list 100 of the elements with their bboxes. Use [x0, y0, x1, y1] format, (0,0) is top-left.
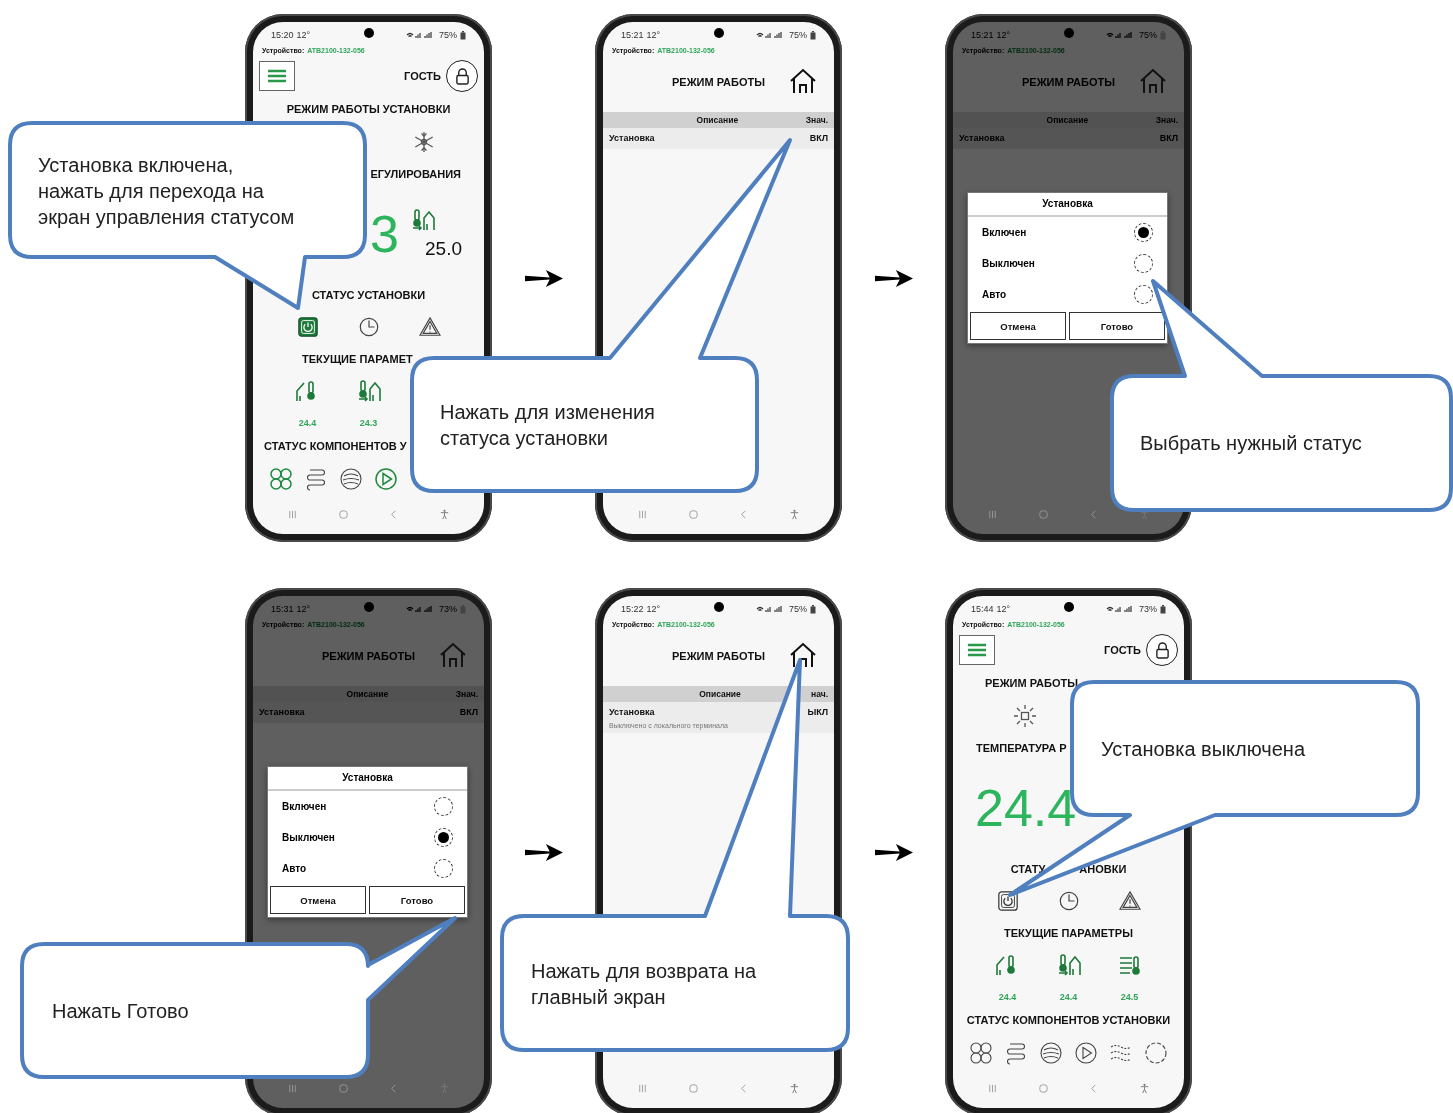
menu-icon: [266, 69, 288, 83]
home-icon: [1139, 67, 1167, 94]
status-temperature: 12°: [296, 604, 311, 614]
recent-apps-icon[interactable]: [986, 508, 998, 520]
temperature-value: 24.4: [975, 782, 1077, 834]
option-label: Включен: [982, 227, 1027, 238]
section-title: ТЕКУЩИЕ ПАРАМЕТ: [302, 353, 413, 365]
dialog-button[interactable]: Готово: [1069, 312, 1165, 340]
column-header: Знач.: [1155, 115, 1178, 125]
status-time: 15:21: [971, 30, 994, 40]
home-icon: [789, 641, 817, 668]
warning-icon[interactable]: [418, 316, 441, 338]
camera-dot: [363, 28, 374, 38]
row-name: Установка: [609, 707, 655, 717]
thermometer-arrow-icon: [356, 379, 381, 403]
accessibility-icon[interactable]: [439, 508, 451, 520]
clock-icon[interactable]: [357, 316, 380, 338]
column-header: нач.: [811, 689, 828, 699]
option-label: Авто: [982, 289, 1007, 300]
exchanger-circle-icon[interactable]: [338, 467, 363, 491]
accessibility-icon[interactable]: [789, 1082, 801, 1094]
clock-icon[interactable]: [1057, 890, 1080, 912]
option-label: Включен: [282, 801, 327, 812]
recent-apps-icon[interactable]: [286, 508, 298, 520]
section-title: РЕЖИМ РАБОТЫ УСТАНОВКИ: [286, 103, 451, 115]
dashed-circle-icon[interactable]: [1144, 1041, 1169, 1065]
menu-icon: [966, 643, 988, 657]
fan-icon[interactable]: [268, 467, 293, 491]
status-temperature: 12°: [646, 30, 661, 40]
screen-title: РЕЖИМ РАБОТЫ: [322, 650, 415, 662]
dialog-button[interactable]: Готово: [369, 886, 465, 914]
arrow-icon: [874, 268, 913, 288]
dialog-title: Установка: [268, 767, 467, 791]
lock-button[interactable]: [1146, 634, 1178, 666]
menu-button[interactable]: [959, 635, 995, 665]
callout-text: Выбрать нужный статус: [1140, 431, 1362, 456]
radio-button[interactable]: [434, 859, 453, 878]
power-icon[interactable]: [996, 890, 1019, 912]
column-header: Описание: [1045, 115, 1090, 125]
radio-button[interactable]: [434, 828, 453, 847]
parameter-value: 24.3: [359, 418, 378, 428]
column-header: Описание: [345, 689, 390, 699]
column-header: Описание: [698, 689, 742, 699]
radio-button[interactable]: [1134, 254, 1153, 273]
radio-button[interactable]: [1134, 285, 1153, 304]
callout-text: Нажать для возврата на главный экран: [531, 959, 757, 1010]
row-name: Установка: [959, 133, 1005, 143]
status-time: 15:22: [621, 604, 644, 614]
row-value: ВКЛ: [809, 133, 828, 143]
column-header: Знач.: [805, 115, 828, 125]
recent-apps-icon[interactable]: [636, 1082, 648, 1094]
screen-title: РЕЖИМ РАБОТЫ: [672, 76, 765, 88]
warning-icon[interactable]: [1118, 890, 1141, 912]
power-icon[interactable]: [296, 316, 319, 338]
camera-dot: [713, 28, 724, 38]
fan-icon[interactable]: [968, 1041, 993, 1065]
callout-text: Установка выключена: [1101, 737, 1305, 762]
dialog-button[interactable]: Отмена: [270, 886, 366, 914]
recent-apps-icon[interactable]: [986, 1082, 998, 1094]
camera-dot: [1063, 28, 1074, 38]
section-title: СТАТУС КОМПОНЕНТОВ У: [264, 440, 407, 452]
parameter-value: 24.4: [1059, 992, 1078, 1002]
battery-icon: [810, 30, 816, 40]
dialog-button[interactable]: Отмена: [970, 312, 1066, 340]
radio-button[interactable]: [434, 797, 453, 816]
menu-button[interactable]: [259, 61, 295, 91]
lock-button[interactable]: [446, 60, 478, 92]
home-icon: [439, 641, 467, 668]
row-name: Установка: [609, 133, 655, 143]
row-value: ВКЛ: [459, 707, 478, 717]
arrow-icon: [874, 842, 913, 862]
status-temperature: 12°: [646, 604, 661, 614]
play-circle-icon[interactable]: [1074, 1041, 1099, 1065]
table-row[interactable]: Установка ВКЛ: [603, 128, 834, 149]
accessibility-icon[interactable]: [789, 508, 801, 520]
section-title: СТАТУ: [1010, 862, 1046, 877]
row-value: ЫКЛ: [807, 707, 828, 717]
user-name: ГОСТЬ: [404, 70, 441, 82]
section-title: ЕГУЛИРОВАНИЯ: [370, 168, 461, 180]
option-label: Авто: [282, 863, 307, 874]
exchanger-circle-icon[interactable]: [1038, 1041, 1063, 1065]
parameter-value: 24.5: [1120, 992, 1139, 1002]
section-title: СТАТУС УСТАНОВКИ: [311, 289, 426, 301]
arrow-icon: [524, 842, 563, 862]
dialog-title: Установка: [968, 193, 1167, 217]
setpoint-value: 25.0: [425, 238, 462, 260]
radio-button[interactable]: [1134, 223, 1153, 242]
status-time: 15:21: [621, 30, 644, 40]
callout-text: Нажать Готово: [52, 999, 189, 1024]
play-circle-icon[interactable]: [374, 467, 399, 491]
recent-apps-icon[interactable]: [286, 1082, 298, 1094]
recent-apps-icon[interactable]: [636, 508, 648, 520]
status-temperature: 12°: [996, 30, 1011, 40]
temperature-value: 3: [370, 208, 399, 260]
battery-percent: 75%: [789, 30, 807, 40]
screen-title: РЕЖИМ РАБОТЫ: [1022, 76, 1115, 88]
battery-icon: [460, 604, 466, 614]
section-title: ТЕМПЕРАТУРА Р: [976, 742, 1067, 754]
accessibility-icon[interactable]: [1139, 1082, 1151, 1094]
battery-icon: [1160, 30, 1166, 40]
